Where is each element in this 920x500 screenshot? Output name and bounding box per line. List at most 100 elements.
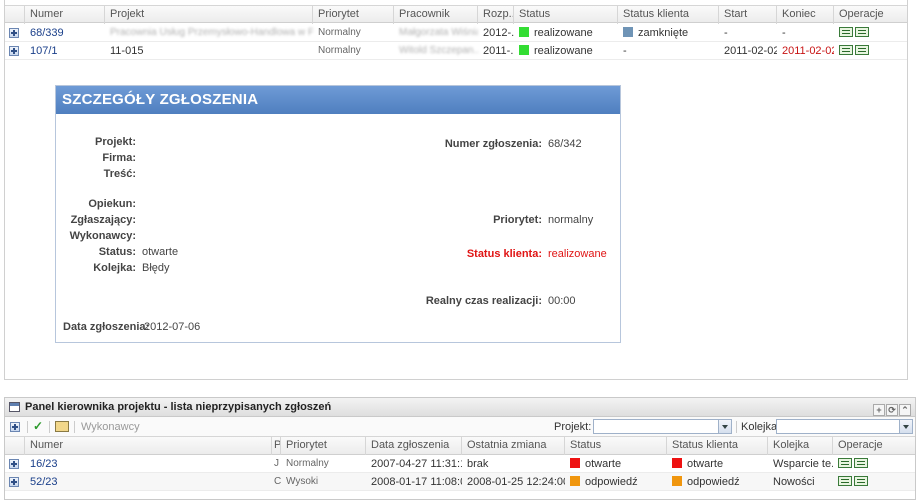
- client-status-cell: odpowiedź: [667, 473, 768, 491]
- unassigned-tickets-panel: Panel kierownika projektu - lista nieprz…: [4, 397, 916, 500]
- projekt-filter-label: Projekt:: [554, 421, 592, 433]
- edit-icon[interactable]: [855, 45, 869, 55]
- column-header-priorytet[interactable]: Priorytet: [313, 6, 394, 24]
- tickets-grid-header: Numer Projekt Priorytet Pracownik Rozp..…: [5, 5, 907, 24]
- ticket-number-link[interactable]: 52/23: [25, 473, 272, 491]
- zglaszajacy-label: Zgłaszający:: [70, 214, 136, 226]
- client-status-value: otwarte: [687, 458, 724, 470]
- collapse-icon[interactable]: ⌃: [899, 404, 911, 416]
- end-value: -: [782, 27, 786, 39]
- status-value: realizowane: [534, 27, 593, 39]
- project-name: 11-015: [110, 45, 144, 57]
- chevron-down-icon[interactable]: [899, 420, 912, 433]
- ticket-number-link[interactable]: 16/23: [25, 455, 272, 473]
- column-header-status[interactable]: Status: [565, 437, 667, 455]
- numer-zgloszenia-label: Numer zgłoszenia:: [444, 138, 542, 150]
- toolbar-separator: [49, 421, 50, 433]
- add-icon[interactable]: +: [873, 404, 885, 416]
- end-value: 2011-02-02: [782, 45, 834, 57]
- status-value: realizowane: [534, 45, 593, 57]
- queue-value: Nowości: [773, 476, 815, 488]
- priority-value: Normalny: [286, 458, 329, 469]
- view-icon[interactable]: [838, 458, 852, 468]
- refresh-icon[interactable]: ⟳: [886, 404, 898, 416]
- table-row[interactable]: 52/23 C Wysoki 2008-01-17 11:08:01 2008-…: [5, 473, 915, 491]
- table-row[interactable]: 107/1 11-015 Normalny Witold Szczepan...…: [5, 42, 907, 60]
- panel-title: Panel kierownika projektu - lista nieprz…: [25, 401, 332, 413]
- ticket-number-link[interactable]: 68/339: [25, 24, 105, 42]
- operations-cell: [833, 455, 915, 473]
- column-header-status-klienta[interactable]: Status klienta: [618, 6, 719, 24]
- status-cell: realizowane: [514, 24, 618, 42]
- status-value: otwarte: [142, 246, 179, 258]
- expand-row-icon[interactable]: [9, 46, 19, 56]
- view-icon[interactable]: [839, 45, 853, 55]
- priorytet-label: Priorytet:: [493, 214, 542, 226]
- chevron-down-icon[interactable]: [718, 420, 731, 433]
- operations-cell: [833, 473, 915, 491]
- status-label: Status:: [98, 246, 136, 258]
- ticket-details-card: SZCZEGÓŁY ZGŁOSZENIA Projekt: Firma: Tre…: [55, 85, 621, 343]
- expand-all-icon[interactable]: [10, 422, 20, 432]
- wykonawcy-button[interactable]: Wykonawcy: [81, 421, 140, 433]
- table-row[interactable]: 68/339 Pracownia Usług Przemysłowo-Handl…: [5, 24, 907, 42]
- column-header-ostatnia-zmiana[interactable]: Ostatnia zmiana: [462, 437, 565, 455]
- folder-icon[interactable]: [55, 421, 69, 432]
- report-date: 2007-04-27 11:31:11: [371, 458, 462, 470]
- column-header-status-klienta[interactable]: Status klienta: [667, 437, 768, 455]
- expand-row-icon[interactable]: [9, 459, 19, 469]
- opiekun-label: Opiekun:: [88, 198, 136, 210]
- ticket-number-link[interactable]: 107/1: [25, 42, 105, 60]
- status-color-square: [570, 458, 580, 468]
- kolejka-filter-select[interactable]: [776, 419, 913, 434]
- column-header-numer[interactable]: Numer: [25, 437, 272, 455]
- column-header-kolejka[interactable]: Kolejka: [768, 437, 833, 455]
- client-status-color-square: [672, 476, 682, 486]
- column-header-koniec[interactable]: Koniec: [777, 6, 834, 24]
- column-header-operacje: Operacje: [838, 439, 883, 451]
- accept-icon[interactable]: ✓: [33, 419, 43, 433]
- project-name: Pracownia Usług Przemysłowo-Handlowa w P…: [110, 27, 313, 38]
- employee-name: Witold Szczepan...: [399, 45, 478, 56]
- queue-value: Wsparcie te...: [773, 458, 833, 470]
- start-date-short: 2011-...: [483, 45, 514, 57]
- client-status-cell: otwarte: [667, 455, 768, 473]
- view-icon[interactable]: [839, 27, 853, 37]
- column-header-p[interactable]: P: [272, 437, 281, 455]
- edit-icon[interactable]: [855, 27, 869, 37]
- projekt-filter-select[interactable]: [593, 419, 732, 434]
- status-color-square: [519, 45, 529, 55]
- table-row[interactable]: 16/23 J Normalny 2007-04-27 11:31:11 bra…: [5, 455, 915, 473]
- column-header-priorytet[interactable]: Priorytet: [281, 437, 366, 455]
- expand-row-icon[interactable]: [9, 28, 19, 38]
- kolejka-filter-label: Kolejka:: [741, 421, 781, 433]
- numer-zgloszenia-value: 68/342: [548, 138, 582, 150]
- status-value: odpowiedź: [585, 476, 638, 488]
- view-icon[interactable]: [838, 476, 852, 486]
- toolbar-separator: [74, 421, 75, 433]
- column-header-pracownik[interactable]: Pracownik: [394, 6, 478, 24]
- status-cell: realizowane: [514, 42, 618, 60]
- panel-header: Panel kierownika projektu - lista nieprz…: [5, 398, 915, 417]
- wykonawcy-label: Wykonawcy:: [69, 230, 136, 242]
- status-cell: otwarte: [565, 455, 667, 473]
- tickets-grid: Numer Projekt Priorytet Pracownik Rozp..…: [4, 0, 908, 62]
- column-header-status[interactable]: Status: [514, 6, 618, 24]
- column-header-data-zgloszenia[interactable]: Data zgłoszenia: [366, 437, 462, 455]
- details-title: SZCZEGÓŁY ZGŁOSZENIA: [56, 86, 620, 114]
- edit-icon[interactable]: [854, 476, 868, 486]
- operations-cell: [834, 42, 909, 60]
- last-change: brak: [467, 458, 489, 470]
- p-value: C: [274, 476, 281, 487]
- column-header-rozp[interactable]: Rozp...: [478, 6, 514, 24]
- expand-row-icon[interactable]: [9, 477, 19, 487]
- column-header-projekt[interactable]: Projekt: [105, 6, 313, 24]
- start-value: -: [724, 27, 728, 39]
- column-header-start[interactable]: Start: [719, 6, 777, 24]
- status-color-square: [570, 476, 580, 486]
- czas-realizacji-label: Realny czas realizacji:: [425, 295, 542, 307]
- client-status-value: zamknięte: [638, 27, 689, 39]
- column-header-numer[interactable]: Numer: [25, 6, 105, 24]
- edit-icon[interactable]: [854, 458, 868, 468]
- status-cell: odpowiedź: [565, 473, 667, 491]
